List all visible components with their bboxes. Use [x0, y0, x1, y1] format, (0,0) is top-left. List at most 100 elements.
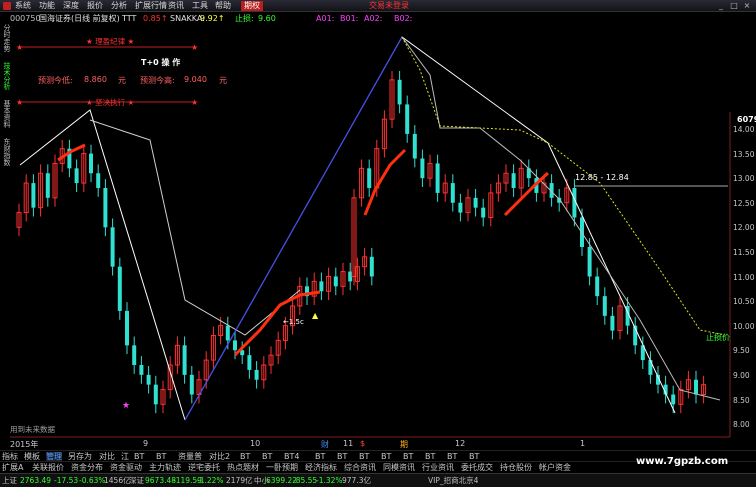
menu-item-tools[interactable]: 工具 — [192, 1, 208, 11]
t0-label: T+0 操 作 — [141, 58, 181, 67]
indicator-tab[interactable]: BT — [240, 452, 250, 461]
candle-body — [225, 325, 230, 341]
price-tick-label: 8.00 — [733, 420, 750, 430]
period-badge[interactable]: 期 — [400, 439, 408, 450]
red-ma-segment — [503, 171, 550, 217]
close-icon[interactable]: × — [742, 1, 752, 10]
zx-change: -85.55 — [293, 476, 318, 485]
extension-tab[interactable]: 逆宅委托 — [188, 463, 220, 472]
minimize-icon[interactable]: _ — [716, 1, 726, 10]
menu-item-system[interactable]: 系统 — [15, 1, 31, 11]
menu-item-help[interactable]: 帮助 — [215, 1, 231, 11]
extension-tab[interactable]: 资金驱动 — [110, 463, 142, 472]
extension-tab[interactable]: 扩展A — [2, 463, 23, 472]
moving-average-line — [401, 36, 721, 401]
price-tick-label: 11.50 — [733, 248, 755, 257]
indicator-tab[interactable]: 资量普 — [178, 452, 202, 461]
extension-tab[interactable]: 主力轨迹 — [149, 463, 181, 472]
price-tick-label: 13.50 — [733, 149, 755, 159]
indicator-tab[interactable]: BT — [469, 452, 479, 461]
indicator-tab[interactable]: BT — [381, 452, 391, 461]
price-tick-label: 12.00 — [733, 223, 755, 233]
extension-tab[interactable]: 持仓股份 — [500, 463, 532, 472]
price-tick-label: 10.50 — [733, 297, 755, 307]
candle-body — [694, 379, 698, 395]
indicator-tab[interactable]: 另存为 — [68, 452, 92, 461]
indicator-tab[interactable]: BT — [447, 452, 457, 461]
indicator-tab[interactable]: BT4 — [284, 452, 299, 461]
indicator-tab[interactable]: 模板 — [24, 452, 40, 461]
year-label: 2015年 — [10, 440, 39, 449]
indicator-tab[interactable]: 江 — [121, 452, 129, 461]
month-label: 11 — [343, 439, 354, 448]
candle-body — [254, 369, 259, 380]
indicator-tab[interactable]: 对比2 — [209, 452, 230, 461]
sz-label[interactable]: 深证 — [129, 474, 144, 487]
stock-code: 000750 — [10, 14, 41, 23]
menu-item-ext-market[interactable]: 扩展行情 — [135, 1, 167, 11]
extension-tab[interactable]: 关联报价 — [32, 463, 64, 472]
indicator-tab[interactable]: BT — [359, 452, 369, 461]
extension-tab[interactable]: 行业资讯 — [422, 463, 454, 472]
candle-body — [31, 183, 36, 208]
sz-value: 9673.48 — [145, 476, 177, 485]
side-tabs: 分时走势 技术分析 基本资料 东财指数 — [0, 24, 12, 174]
indicator-tab[interactable]: 对比 — [99, 452, 115, 461]
sz-amount: 2179亿 — [226, 476, 253, 485]
indicator-tab[interactable]: 指标 — [2, 452, 18, 461]
menu-item-quote[interactable]: 报价 — [87, 1, 103, 11]
zx-pct: -1.32% — [316, 476, 343, 485]
dividend-badge[interactable]: $ — [360, 439, 365, 448]
extension-tab[interactable]: 一卧预期 — [266, 463, 298, 472]
indicator-tab[interactable]: BT — [315, 452, 325, 461]
a02-label: A02: — [364, 14, 383, 23]
maximize-icon[interactable]: □ — [729, 1, 739, 10]
indicator-tab[interactable]: BT — [156, 452, 166, 461]
vip-account[interactable]: VIP_招商北京4 — [428, 474, 478, 487]
candle-body — [117, 266, 122, 311]
sh-label[interactable]: 上证 — [2, 474, 17, 487]
indicator-tab[interactable]: BT — [337, 452, 347, 461]
menu-item-news[interactable]: 资讯 — [168, 1, 184, 11]
menu-item-depth[interactable]: 深度 — [63, 1, 79, 11]
extension-tab[interactable]: 帐户资金 — [539, 463, 571, 472]
price-tick-label: 9.00 — [733, 371, 750, 380]
stop-label: 止损: — [235, 14, 254, 23]
login-warning[interactable]: 交易未登录 — [369, 1, 409, 11]
candle-body — [189, 374, 194, 395]
month-label: 12 — [455, 439, 466, 448]
side-tab-timeshare[interactable]: 分时走势 — [1, 24, 11, 52]
indicator-tab[interactable]: 管理 — [46, 452, 62, 461]
extension-tab[interactable]: 经济指标 — [305, 463, 337, 472]
side-tab-fundamental[interactable]: 基本资料 — [1, 100, 11, 128]
future-data-note: 用到未来数据 — [10, 425, 55, 434]
menu-item-analysis[interactable]: 分析 — [111, 1, 127, 11]
candle-body — [435, 163, 440, 193]
extension-tab[interactable]: 同模资讯 — [383, 463, 415, 472]
indicator-tab[interactable]: BT — [403, 452, 413, 461]
menu-item-function[interactable]: 功能 — [39, 1, 55, 11]
price-tick-label: 9.50 — [733, 346, 750, 356]
extension-tab[interactable]: 综合资讯 — [344, 463, 376, 472]
side-tab-index[interactable]: 东财指数 — [1, 138, 11, 166]
extension-tab[interactable]: 热点题材 — [227, 463, 259, 472]
indicator-tab[interactable]: BT — [262, 452, 272, 461]
candle-body — [146, 374, 151, 385]
candle-body — [587, 247, 592, 277]
time-axis: 2015年 9 10 11 12 1 财 $ 期 — [0, 439, 730, 449]
indicator-tab[interactable]: BT — [425, 452, 435, 461]
month-label: 9 — [143, 439, 149, 448]
extension-tab[interactable]: 资金分布 — [71, 463, 103, 472]
stop-price-mark: 止损价 — [706, 333, 730, 342]
side-tab-technical[interactable]: 技术分析 — [1, 62, 11, 90]
candle-body — [45, 173, 50, 198]
finance-badge[interactable]: 财 — [321, 439, 329, 450]
ttt-label: TTT — [122, 14, 137, 23]
index-status-bar: 上证 2763.49 -17.53 -0.63% 1456亿 深证 9673.4… — [0, 473, 756, 487]
site-watermark: www.7gpzb.com — [636, 456, 729, 467]
indicator-tab[interactable]: BT — [134, 452, 144, 461]
menu-item-options[interactable]: 期权 — [241, 1, 263, 11]
trend-line — [184, 36, 676, 421]
extension-tab[interactable]: 委托成交 — [461, 463, 493, 472]
forecast-low-value: 8.860 — [84, 75, 107, 84]
